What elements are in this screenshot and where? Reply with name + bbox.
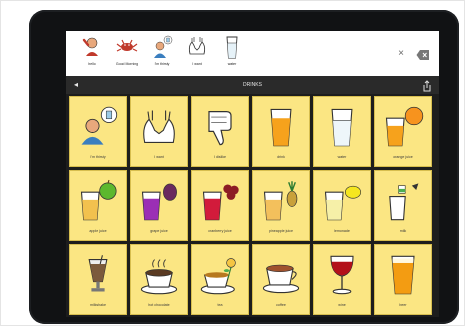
grid-cell-label: milk: [399, 229, 407, 233]
folder-header: ◂ DRINKS: [66, 76, 439, 94]
grid-cell-label: hot chocolate: [148, 303, 170, 307]
thirsty-icon: [81, 106, 118, 145]
folder-title: DRINKS: [243, 82, 262, 88]
thumbs-down-icon: [208, 110, 232, 146]
beer-icon: [391, 255, 415, 295]
pineapple-juice-icon: [263, 181, 298, 221]
grid-cell-label: drink: [277, 155, 285, 159]
hands-icon: [143, 110, 175, 143]
grid-cell-label: grape juice: [150, 229, 168, 233]
backspace-icon: [416, 50, 429, 60]
orange-juice-icon: [385, 106, 424, 147]
grid-cell-thirsty[interactable]: I'm thirsty: [69, 96, 127, 167]
grid-cell-water[interactable]: water: [313, 96, 371, 167]
share-icon: [423, 80, 431, 92]
grid-cell-label: I want: [154, 155, 164, 159]
i-want-icon: [188, 37, 206, 55]
grid-cell-milk[interactable]: milk: [374, 170, 432, 241]
grid-cell-label: coffee: [276, 303, 286, 307]
grid-cell-label: wine: [338, 303, 346, 307]
sentence-word-thirsty[interactable]: I'm thirsty: [146, 34, 178, 72]
sentence-word-label: I want: [192, 62, 202, 66]
water-icon: [226, 36, 238, 59]
sentence-word-hello[interactable]: hello: [76, 34, 108, 72]
symbol-grid: I'm thirsty I want I dislike drink water…: [66, 94, 439, 317]
sentence-word-good-morning[interactable]: Good Morning: [111, 34, 143, 72]
grid-cell-label: lemonade: [334, 229, 350, 233]
cranberry-juice-icon: [202, 184, 239, 221]
sentence-word-i-want[interactable]: I want: [181, 34, 213, 72]
milkshake-icon: [88, 255, 108, 292]
grape-juice-icon: [141, 183, 177, 221]
sentence-word-water[interactable]: water: [216, 34, 248, 72]
grid-cell-apple-juice[interactable]: apple juice: [69, 170, 127, 241]
grid-cell-i-dislike[interactable]: I dislike: [191, 96, 249, 167]
grid-cell-drink[interactable]: drink: [252, 96, 310, 167]
grid-cell-label: milkshake: [90, 303, 106, 307]
apple-juice-icon: [80, 179, 117, 221]
sentence-word-label: hello: [88, 62, 96, 66]
grid-cell-label: cranberry juice: [208, 229, 232, 233]
grid-cell-hot-chocolate[interactable]: hot chocolate: [130, 244, 188, 315]
coffee-icon: [262, 264, 300, 294]
sentence-bar[interactable]: hello Good Morning I'm thirsty I want wa…: [66, 31, 439, 76]
grid-cell-label: I dislike: [214, 155, 226, 159]
grid-cell-cranberry-juice[interactable]: cranberry juice: [191, 170, 249, 241]
grid-cell-label: I'm thirsty: [90, 155, 106, 159]
grid-cell-label: water: [337, 155, 347, 159]
milk-icon: [389, 183, 419, 221]
grid-cell-label: tea: [217, 303, 223, 307]
grid-cell-tea[interactable]: tea: [191, 244, 249, 315]
share-button[interactable]: [422, 79, 432, 92]
grid-cell-label: pineapple juice: [269, 229, 293, 233]
wine-icon: [330, 255, 354, 295]
grid-cell-orange-juice[interactable]: orange juice: [374, 96, 432, 167]
sentence-word-label: water: [227, 62, 237, 66]
grid-cell-coffee[interactable]: coffee: [252, 244, 310, 315]
grid-cell-pineapple-juice[interactable]: pineapple juice: [252, 170, 310, 241]
grid-cell-label: orange juice: [393, 155, 413, 159]
backspace-button[interactable]: [416, 48, 430, 60]
sentence-words: hello Good Morning I'm thirsty I want wa…: [76, 34, 251, 74]
tea-icon: [200, 258, 236, 295]
drink-icon: [270, 108, 292, 147]
grid-cell-beer[interactable]: beer: [374, 244, 432, 315]
hot-chocolate-icon: [140, 259, 178, 295]
clear-button[interactable]: ×: [394, 47, 408, 61]
water-glass-icon: [331, 108, 353, 147]
grid-cell-grape-juice[interactable]: grape juice: [130, 170, 188, 241]
thirsty-icon: [154, 35, 173, 58]
sentence-word-label: Good Morning: [115, 62, 139, 66]
grid-cell-lemonade[interactable]: lemonade: [313, 170, 371, 241]
grid-cell-wine[interactable]: wine: [313, 244, 371, 315]
aac-app-screen: hello Good Morning I'm thirsty I want wa…: [66, 31, 439, 317]
grid-cell-label: beer: [399, 303, 407, 307]
lemonade-icon: [324, 185, 362, 221]
good-morning-icon: [116, 39, 138, 52]
grid-cell-i-want[interactable]: I want: [130, 96, 188, 167]
grid-cell-label: apple juice: [89, 229, 107, 233]
hello-icon: [82, 37, 98, 56]
sentence-word-label: I'm thirsty: [154, 62, 170, 66]
back-button[interactable]: ◂: [70, 79, 82, 91]
grid-cell-milkshake[interactable]: milkshake: [69, 244, 127, 315]
